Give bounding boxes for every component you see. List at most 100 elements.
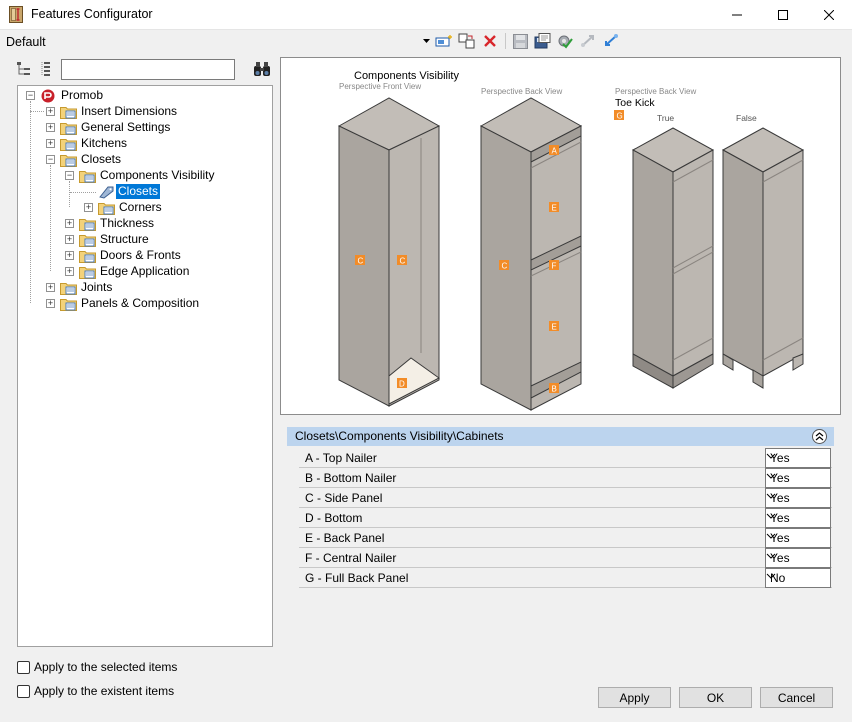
expand-toggle[interactable]: + bbox=[46, 139, 55, 148]
property-value-select[interactable]: Yes bbox=[765, 488, 831, 508]
new-config-icon bbox=[435, 35, 452, 47]
tree-node-edge-application[interactable]: + Edge Application bbox=[18, 264, 268, 280]
delete-configuration-button[interactable] bbox=[480, 32, 500, 50]
tree-node-closets[interactable]: − Closets bbox=[18, 152, 268, 168]
property-row-bottom-nailer: B - Bottom Nailer Yes bbox=[299, 468, 832, 488]
apply-existent-option[interactable]: Apply to the existent items bbox=[17, 684, 174, 698]
tree-node-kitchens[interactable]: + Kitchens bbox=[18, 136, 268, 152]
tree-node-label: Corners bbox=[119, 200, 162, 214]
close-button[interactable] bbox=[806, 0, 852, 30]
apply-selected-option[interactable]: Apply to the selected items bbox=[17, 660, 177, 674]
property-name: G - Full Back Panel bbox=[305, 571, 409, 585]
title-bar: Features Configurator bbox=[0, 0, 852, 30]
folder-icon bbox=[60, 139, 77, 151]
tree-node-components-visibility[interactable]: − Components Visibility bbox=[18, 168, 268, 184]
property-value: Yes bbox=[770, 491, 790, 505]
property-value-select[interactable]: Yes bbox=[765, 528, 831, 548]
property-value-select[interactable]: Yes bbox=[765, 508, 831, 528]
tree-node-closets-selected[interactable]: Closets bbox=[18, 184, 268, 200]
configuration-dropdown[interactable] bbox=[420, 34, 432, 48]
tree-node-doors-fronts[interactable]: + Doors & Fronts bbox=[18, 248, 268, 264]
property-value-select[interactable]: No bbox=[765, 568, 831, 588]
apply-selected-checkbox[interactable] bbox=[17, 660, 30, 674]
tree-node-structure[interactable]: + Structure bbox=[18, 232, 268, 248]
property-row-central-nailer: F - Central Nailer Yes bbox=[299, 548, 832, 568]
expand-toggle[interactable]: + bbox=[46, 299, 55, 308]
tree-node-general-settings[interactable]: + General Settings bbox=[18, 120, 268, 136]
property-value: Yes bbox=[770, 551, 790, 565]
tree-node-label: Closets bbox=[116, 184, 161, 199]
cancel-button[interactable]: Cancel bbox=[760, 687, 833, 708]
save-as-button[interactable] bbox=[532, 32, 552, 50]
maximize-button[interactable] bbox=[760, 0, 806, 30]
property-value: Yes bbox=[770, 531, 790, 545]
tree-node-insert-dimensions[interactable]: + Insert Dimensions bbox=[18, 104, 268, 120]
false-label: False bbox=[736, 113, 757, 123]
expand-toggle[interactable]: + bbox=[46, 107, 55, 116]
dropdown-arrow-icon bbox=[422, 38, 430, 43]
folder-icon bbox=[60, 123, 77, 135]
window-title: Features Configurator bbox=[31, 7, 153, 21]
expand-toggle[interactable]: + bbox=[46, 123, 55, 132]
true-label: True bbox=[657, 113, 674, 123]
tree-node-corners[interactable]: + Corners bbox=[18, 200, 268, 216]
expand-toggle[interactable]: + bbox=[46, 283, 55, 292]
collapse-toggle[interactable]: − bbox=[65, 171, 74, 180]
tree-node-label: Kitchens bbox=[81, 136, 128, 150]
save-icon bbox=[512, 33, 528, 49]
toe-kick-true-cabinet bbox=[631, 127, 715, 389]
folder-icon bbox=[79, 171, 96, 183]
binoculars-icon bbox=[254, 62, 270, 76]
property-value-select[interactable]: Yes bbox=[765, 448, 831, 468]
front-view-cabinet bbox=[337, 97, 441, 407]
toe-kick-false-cabinet bbox=[721, 127, 805, 389]
ok-button[interactable]: OK bbox=[679, 687, 752, 708]
collapse-toggle[interactable]: − bbox=[46, 155, 55, 164]
back-view-caption: Perspective Back View bbox=[481, 87, 562, 96]
export-button[interactable] bbox=[578, 32, 598, 50]
tree-node-joints[interactable]: + Joints bbox=[18, 280, 268, 296]
expand-toggle[interactable]: + bbox=[65, 251, 74, 260]
close-icon bbox=[824, 10, 834, 20]
svg-text:C: C bbox=[400, 257, 406, 266]
tree-node-label: Structure bbox=[100, 232, 149, 246]
import-button[interactable] bbox=[601, 32, 621, 50]
folder-icon bbox=[98, 203, 115, 215]
tree-node-label: Panels & Composition bbox=[81, 296, 200, 310]
folder-icon bbox=[60, 107, 77, 119]
property-value: Yes bbox=[770, 471, 790, 485]
svg-text:E: E bbox=[552, 204, 557, 213]
expand-toggle[interactable]: + bbox=[65, 219, 74, 228]
property-value-select[interactable]: Yes bbox=[765, 548, 831, 568]
properties-header: Closets\Components Visibility\Cabinets bbox=[287, 427, 834, 446]
expand-toggle[interactable]: + bbox=[65, 235, 74, 244]
property-row-top-nailer: A - Top Nailer Yes bbox=[299, 448, 832, 468]
expand-all-button[interactable] bbox=[15, 60, 33, 78]
tree-search-input[interactable] bbox=[61, 59, 235, 80]
collapse-all-button[interactable] bbox=[40, 60, 54, 78]
apply-existent-checkbox[interactable] bbox=[17, 684, 30, 698]
property-name: F - Central Nailer bbox=[305, 551, 397, 565]
property-value: No bbox=[770, 571, 786, 585]
property-value-select[interactable]: Yes bbox=[765, 468, 831, 488]
folder-icon bbox=[79, 251, 96, 263]
tree-node-panels-composition[interactable]: + Panels & Composition bbox=[18, 296, 268, 312]
expand-toggle[interactable]: + bbox=[65, 267, 74, 276]
tree-node-label: General Settings bbox=[81, 120, 171, 134]
new-configuration-button[interactable] bbox=[434, 32, 454, 50]
tree-node-promob[interactable]: − Promob bbox=[18, 88, 268, 104]
collapse-properties-button[interactable] bbox=[812, 429, 827, 444]
minimize-button[interactable] bbox=[714, 0, 760, 30]
tree-node-thickness[interactable]: + Thickness bbox=[18, 216, 268, 232]
property-row-bottom: D - Bottom Yes bbox=[299, 508, 832, 528]
find-button[interactable] bbox=[253, 60, 271, 78]
gear-check-icon bbox=[558, 35, 573, 49]
save-button[interactable] bbox=[510, 32, 530, 50]
validate-button[interactable] bbox=[555, 32, 575, 50]
features-tree[interactable]: − Promob + Insert Dimensions + General S… bbox=[17, 85, 273, 647]
expand-toggle[interactable]: + bbox=[84, 203, 93, 212]
copy-configuration-button[interactable] bbox=[457, 32, 477, 50]
apply-button[interactable]: Apply bbox=[598, 687, 671, 708]
preview-title: Components Visibility bbox=[354, 70, 459, 82]
collapse-toggle[interactable]: − bbox=[26, 91, 35, 100]
